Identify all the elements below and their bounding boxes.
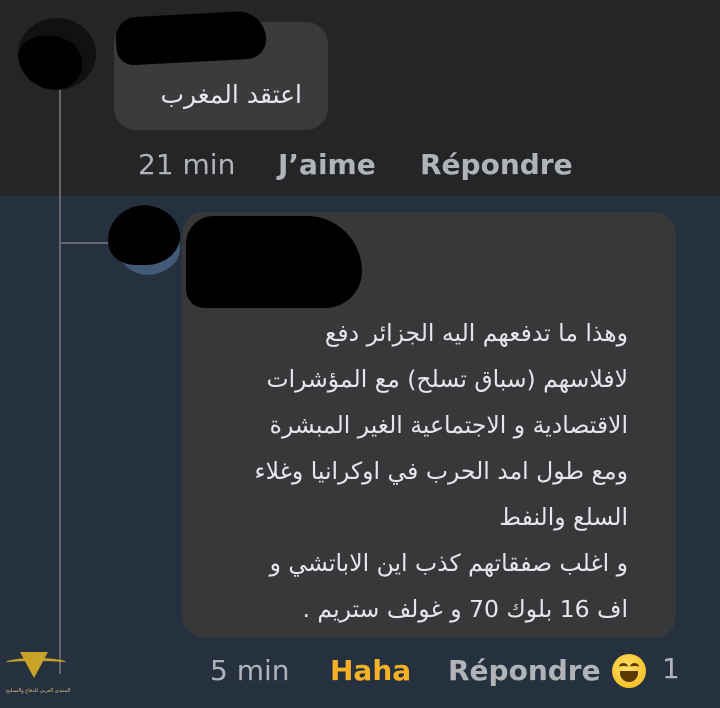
avatar[interactable] — [18, 18, 96, 90]
reaction-count[interactable]: 1 — [662, 652, 680, 685]
emoji-eye — [619, 663, 628, 671]
watermark-logo: المنتدى العربي للدفاع والتسليح — [6, 652, 71, 702]
thread-line — [59, 72, 61, 244]
redacted-author-name — [114, 10, 268, 66]
laughing-emoji-icon[interactable] — [612, 654, 646, 688]
redacted-author-name — [186, 216, 362, 308]
reply-text: وهذا ما تدفعهم اليه الجزائر دفع لافلاسهم… — [254, 319, 628, 623]
reply-button[interactable]: Répondre — [448, 654, 601, 687]
emoji-mouth — [620, 671, 638, 682]
haha-reaction-button[interactable]: Haha — [330, 654, 411, 687]
avatar-redaction — [108, 205, 180, 265]
avatar-redaction — [18, 36, 82, 90]
reply-button[interactable]: Répondre — [420, 148, 573, 181]
like-button[interactable]: J’aime — [278, 148, 376, 181]
comment-text: اعتقد المغرب — [160, 80, 302, 109]
logo-emblem — [20, 652, 48, 678]
thread-line-lower — [59, 244, 61, 674]
emoji-eye — [630, 663, 639, 671]
reply-timestamp[interactable]: 5 min — [210, 654, 290, 687]
watermark-text: المنتدى العربي للدفاع والتسليح — [6, 688, 71, 694]
avatar[interactable] — [108, 205, 184, 275]
comment-timestamp[interactable]: 21 min — [138, 148, 235, 181]
